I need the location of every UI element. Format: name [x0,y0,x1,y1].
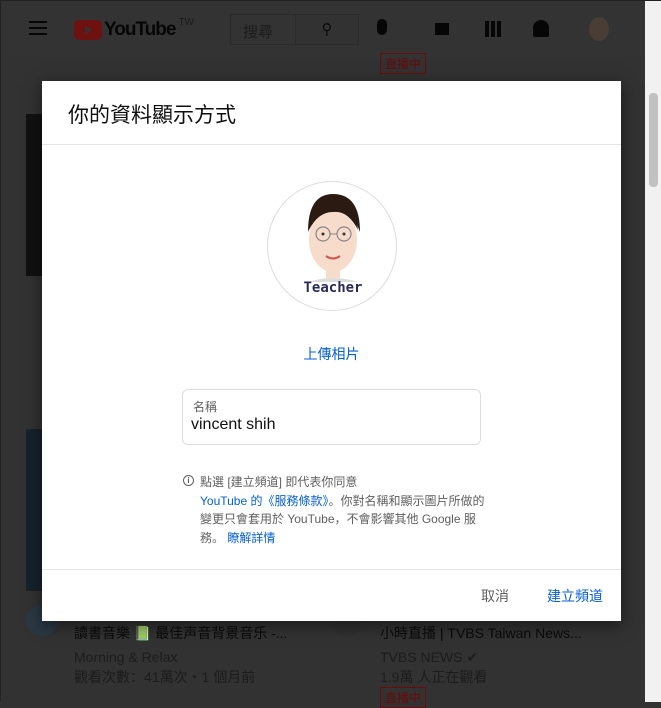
youtube-play-icon [74,20,102,40]
channel-create-dialog: 你的資料顯示方式 Teacher 上傳相片 名稱 i 點選 [建立頻道] 即代表… [42,81,621,621]
video-channel[interactable]: Morning & Relax [74,649,178,665]
divider [42,144,621,145]
scrollbar[interactable] [645,1,661,702]
search-icon: ⚲ [321,21,333,38]
search-button[interactable]: ⚲ [295,14,359,45]
mic-icon[interactable] [377,19,387,35]
video-title[interactable]: 讀書音樂 📗 最佳声音背景音乐 -... [74,623,287,643]
terms-link[interactable]: YouTube 的《服務條款》 [200,494,329,508]
search-input[interactable]: 搜尋 [230,14,296,45]
verified-icon: ✔ [466,649,479,665]
profile-avatar[interactable]: Teacher [267,181,397,311]
name-label: 名稱 [193,400,218,414]
avatar-caption: Teacher [303,280,363,296]
apps-icon[interactable] [485,21,501,37]
live-badge: 直播中 [380,687,427,708]
cancel-button[interactable]: 取消 [481,586,509,606]
video-meta: 觀看次數：41萬次・1 個月前 [74,669,256,685]
notifications-bell-icon[interactable] [533,20,549,37]
learn-more-link[interactable]: 瞭解詳情 [227,531,275,545]
terms-notice: 點選 [建立頻道] 即代表你同意 YouTube 的《服務條款》。你對名稱和顯示… [200,473,490,547]
scrollbar-thumb[interactable] [649,93,658,187]
dialog-title: 你的資料顯示方式 [68,104,236,127]
account-avatar[interactable] [589,17,609,41]
video-channel[interactable]: TVBS NEWS ✔ [380,649,478,666]
create-video-icon[interactable] [435,23,449,35]
logo-text: YouTube [104,19,176,40]
live-badge: 直播中 [380,53,427,74]
divider [42,569,621,570]
name-input[interactable] [191,416,471,434]
video-thumbnail[interactable] [26,429,42,591]
youtube-logo[interactable]: YouTube TW [74,16,194,41]
upload-photo-link[interactable]: 上傳相片 [304,346,360,362]
video-title[interactable]: 小時直播 | TVBS Taiwan News... [380,623,582,643]
region-label: TW [178,16,194,28]
name-field[interactable]: 名稱 [182,389,481,445]
info-icon: i [183,475,194,486]
video-meta: 1.9萬 人正在觀看 [380,669,488,685]
top-bar: YouTube TW 搜尋 ⚲ [1,1,645,57]
video-thumbnail[interactable] [26,114,42,276]
create-channel-button[interactable]: 建立頻道 [547,586,603,606]
channel-name: TVBS NEWS [380,649,463,665]
notice-text: 點選 [建立頻道] 即代表你同意 [200,475,358,489]
menu-icon[interactable] [29,21,47,35]
